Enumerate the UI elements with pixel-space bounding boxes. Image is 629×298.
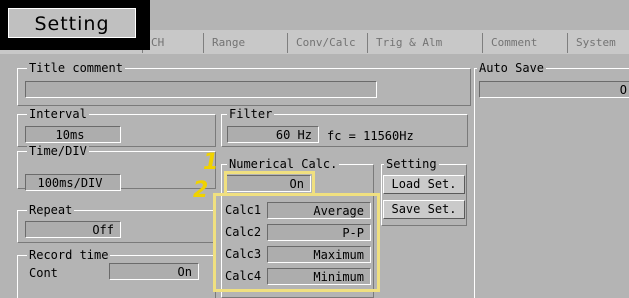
auto-save-label: Auto Save	[477, 61, 547, 75]
title-comment-label: Title comment	[27, 61, 125, 75]
title-comment-field[interactable]	[25, 81, 377, 98]
auto-save-group	[474, 68, 629, 298]
record-time-mode: Cont	[29, 266, 58, 280]
record-time-label: Record time	[27, 248, 111, 262]
tab-conv-calc[interactable]: Conv/Calc	[287, 33, 356, 53]
filter-field[interactable]: 60 Hz	[227, 126, 319, 143]
tab-range[interactable]: Range	[203, 33, 276, 53]
tab-setting[interactable]: Setting	[0, 0, 150, 50]
callout-marker-1: 1	[203, 150, 219, 175]
load-settings-button[interactable]: Load Set.	[383, 175, 465, 194]
time-div-field[interactable]: 100ms/DIV	[25, 174, 121, 191]
interval-label: Interval	[27, 107, 89, 121]
auto-save-field[interactable]: O	[479, 81, 629, 98]
numerical-calc-label: Numerical Calc.	[227, 157, 340, 171]
save-settings-button[interactable]: Save Set.	[383, 200, 465, 219]
settings-screen: CH Range Conv/Calc Trig & Alm Comment Sy…	[0, 0, 629, 298]
tab-setting-label: Setting	[34, 13, 110, 35]
time-div-label: Time/DIV	[27, 144, 89, 158]
interval-field[interactable]: 10ms	[25, 126, 121, 143]
calc-list-highlight	[213, 193, 380, 292]
tab-trig-alm[interactable]: Trig & Alm	[367, 33, 442, 53]
tab-system[interactable]: System	[567, 33, 616, 53]
callout-marker-2: 2	[193, 178, 209, 203]
repeat-label: Repeat	[27, 203, 75, 217]
tab-comment[interactable]: Comment	[482, 33, 537, 53]
filter-label: Filter	[227, 107, 275, 121]
record-time-field[interactable]: On	[109, 263, 199, 280]
repeat-field[interactable]: Off	[25, 221, 121, 238]
filter-fc-readout: fc = 11560Hz	[327, 129, 414, 143]
setting-file-label: Setting	[384, 157, 439, 171]
